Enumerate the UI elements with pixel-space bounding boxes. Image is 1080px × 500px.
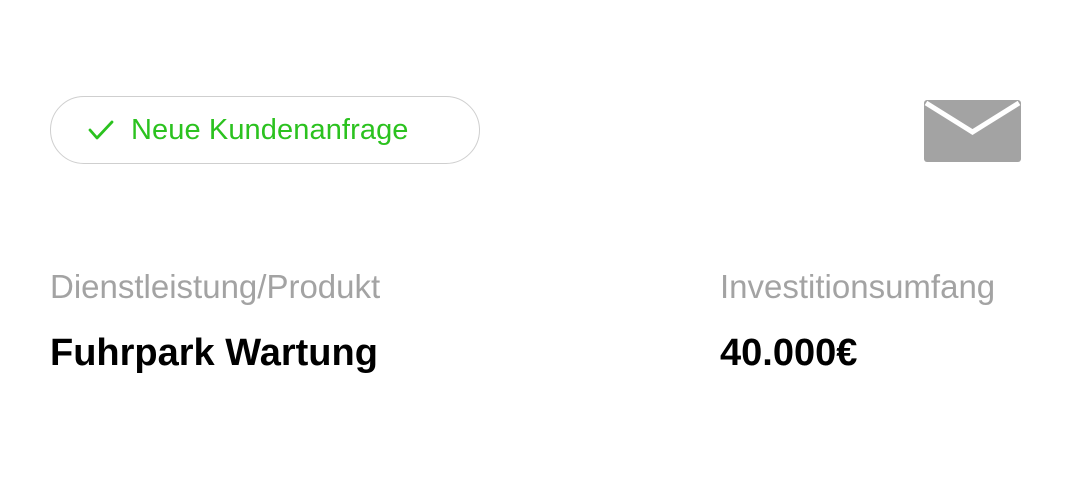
envelope-icon[interactable]	[924, 100, 1021, 162]
new-request-status-pill[interactable]: Neue Kundenanfrage	[50, 96, 480, 164]
service-value: Fuhrpark Wartung	[50, 332, 378, 374]
investment-label: Investitionsumfang	[720, 268, 996, 305]
customer-request-card: Neue Kundenanfrage Dienstleistung/Produk…	[0, 0, 1080, 500]
service-label: Dienstleistung/Produkt	[50, 268, 381, 305]
check-icon	[87, 118, 115, 142]
status-label: Neue Kundenanfrage	[131, 113, 409, 146]
investment-value: 40.000€	[720, 332, 858, 374]
